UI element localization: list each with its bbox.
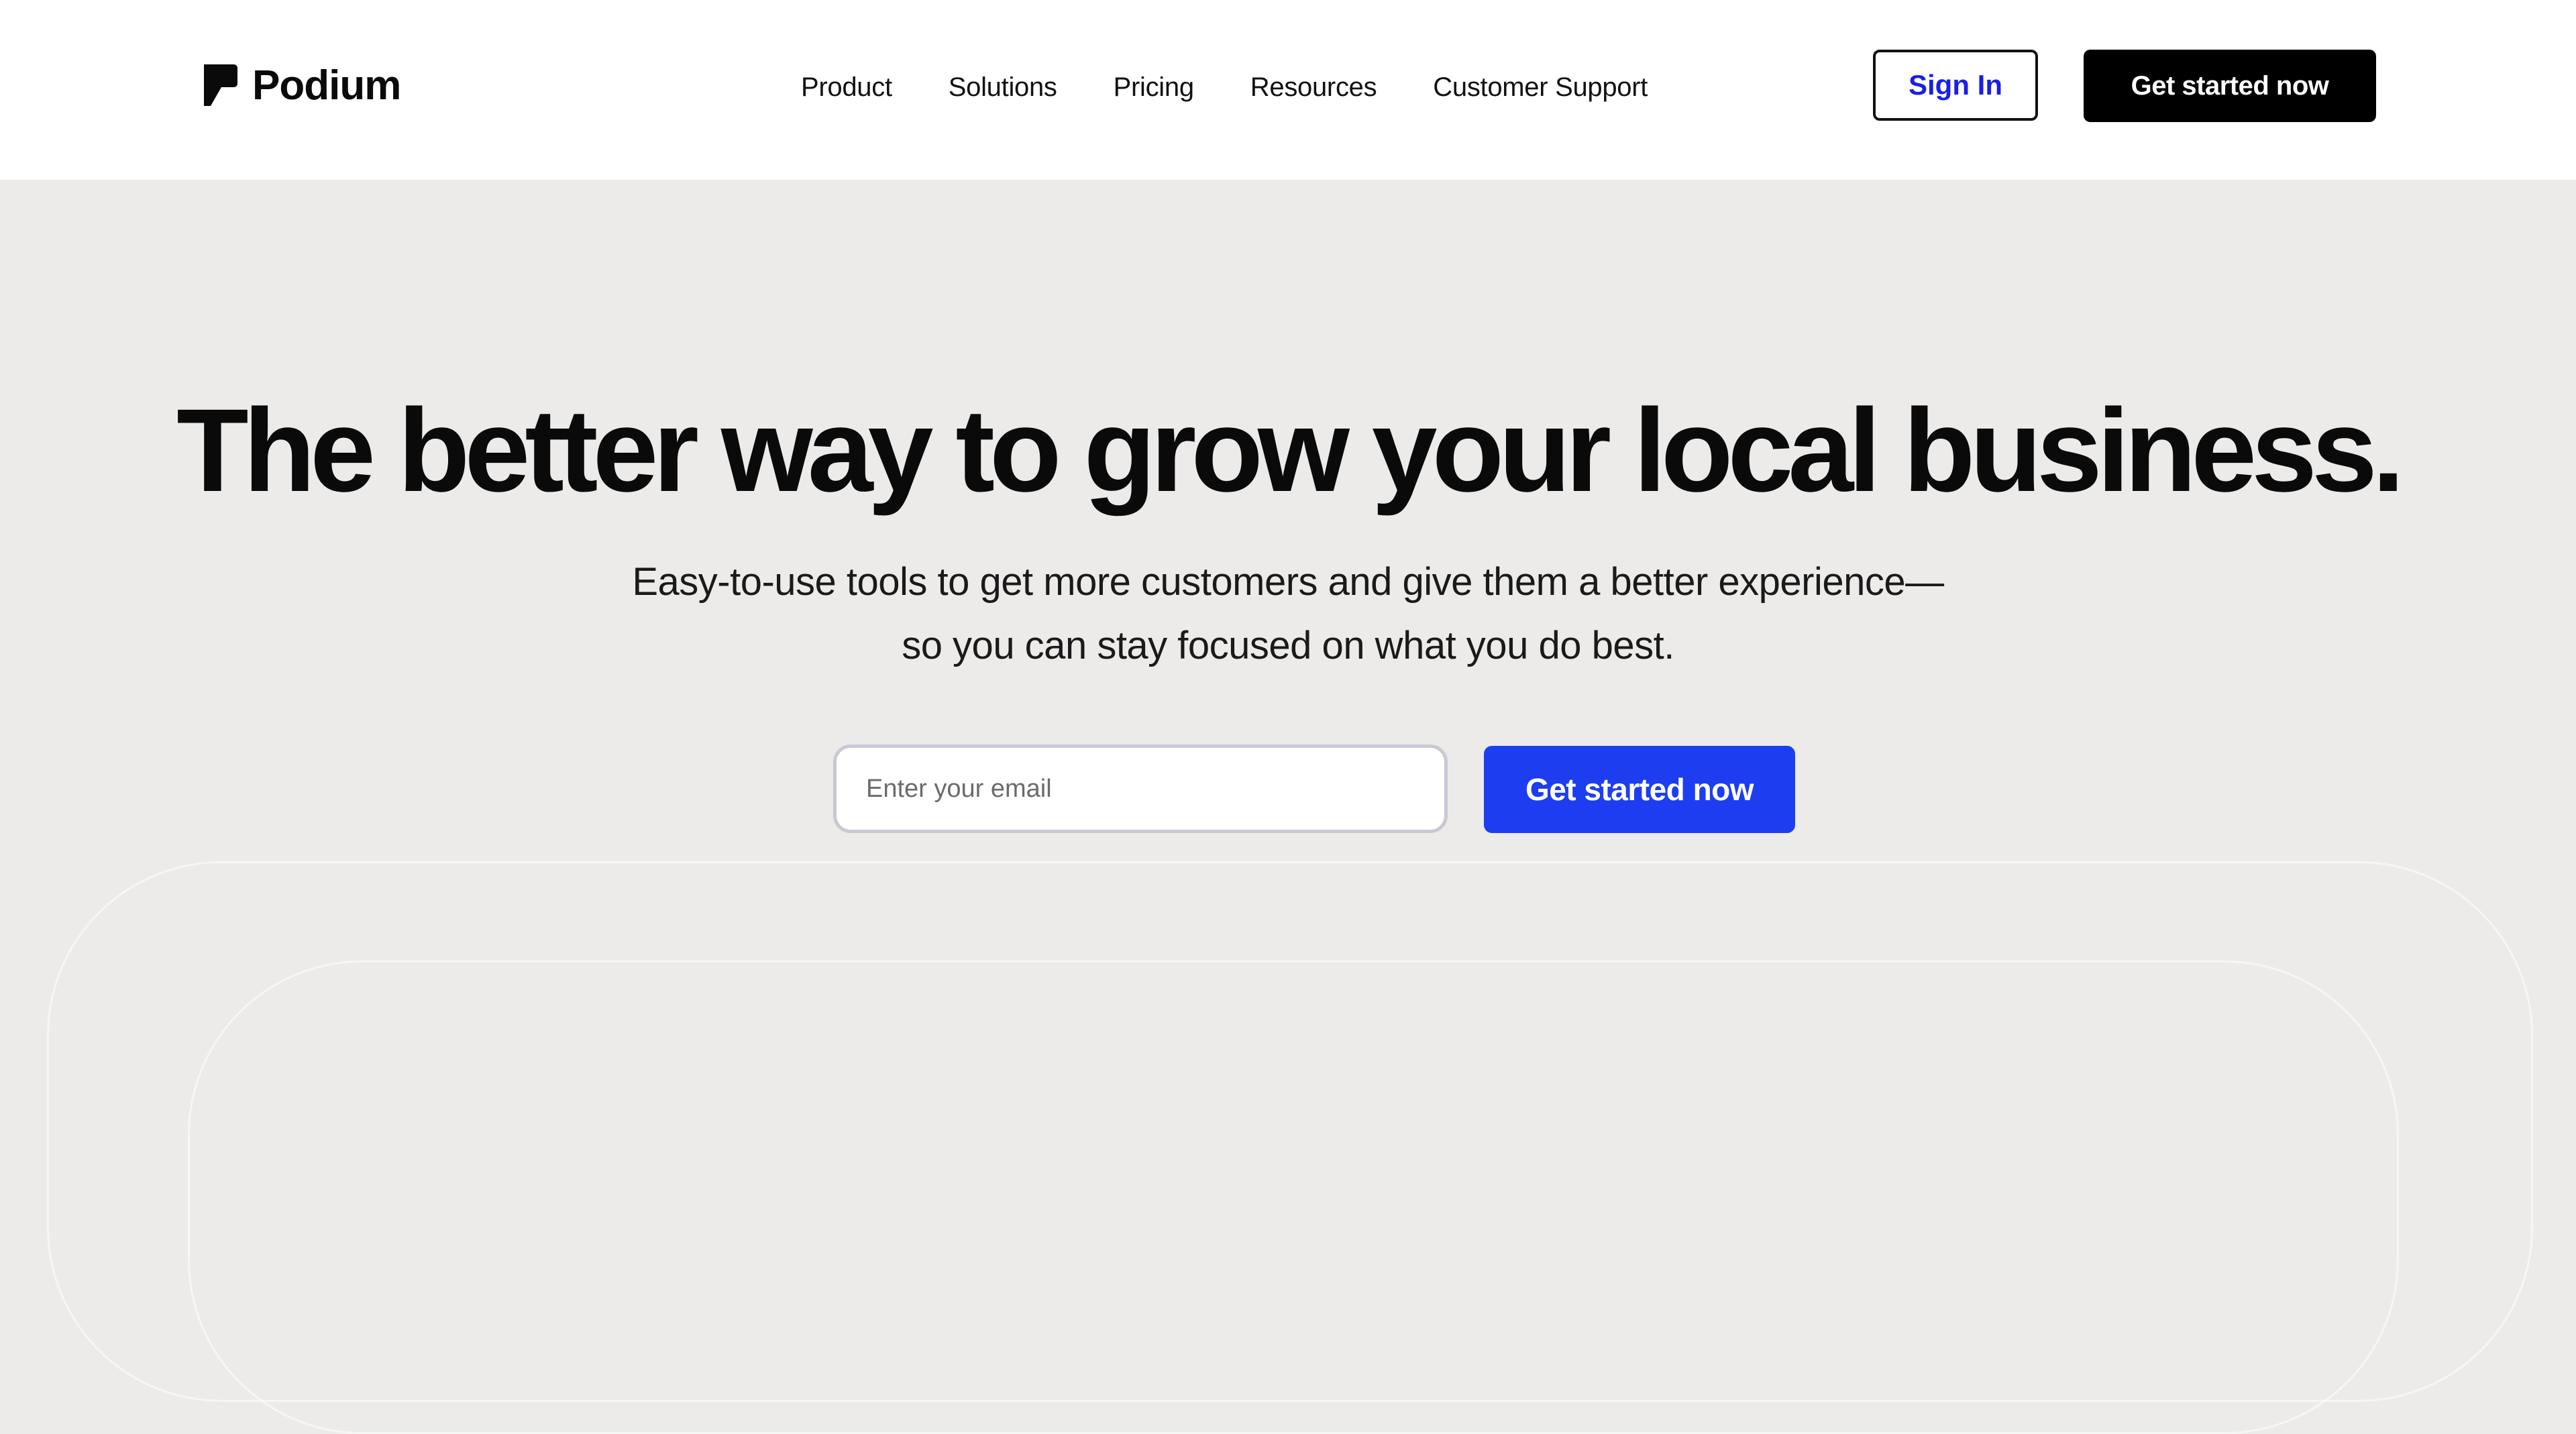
site-header: Podium Product Solutions Pricing Resourc… <box>0 0 2576 180</box>
sign-in-button[interactable]: Sign In <box>1873 50 2038 121</box>
hero-subtitle-line-1: Easy-to-use tools to get more customers … <box>632 560 1944 604</box>
nav-item-solutions[interactable]: Solutions <box>949 72 1057 103</box>
email-input[interactable] <box>833 744 1448 833</box>
hero-title: The better way to grow your local busine… <box>176 385 2405 516</box>
hero-get-started-button[interactable]: Get started now <box>1484 746 1795 833</box>
nav-item-customer-support[interactable]: Customer Support <box>1433 72 1648 103</box>
hero-subtitle: Easy-to-use tools to get more customers … <box>0 550 2576 677</box>
podium-logo-icon <box>204 64 237 106</box>
nav-item-resources[interactable]: Resources <box>1250 72 1377 103</box>
decorative-arc-inner <box>188 960 2399 1434</box>
nav-item-product[interactable]: Product <box>801 72 892 103</box>
nav-item-pricing[interactable]: Pricing <box>1114 72 1194 103</box>
decorative-arc-outer <box>47 861 2533 1402</box>
header-get-started-button[interactable]: Get started now <box>2084 50 2376 122</box>
logo-text: Podium <box>252 62 401 109</box>
podium-logo[interactable]: Podium <box>201 62 401 109</box>
main-nav: Product Solutions Pricing Resources Cust… <box>801 67 1648 107</box>
hero-subtitle-line-2: so you can stay focused on what you do b… <box>902 624 1674 667</box>
